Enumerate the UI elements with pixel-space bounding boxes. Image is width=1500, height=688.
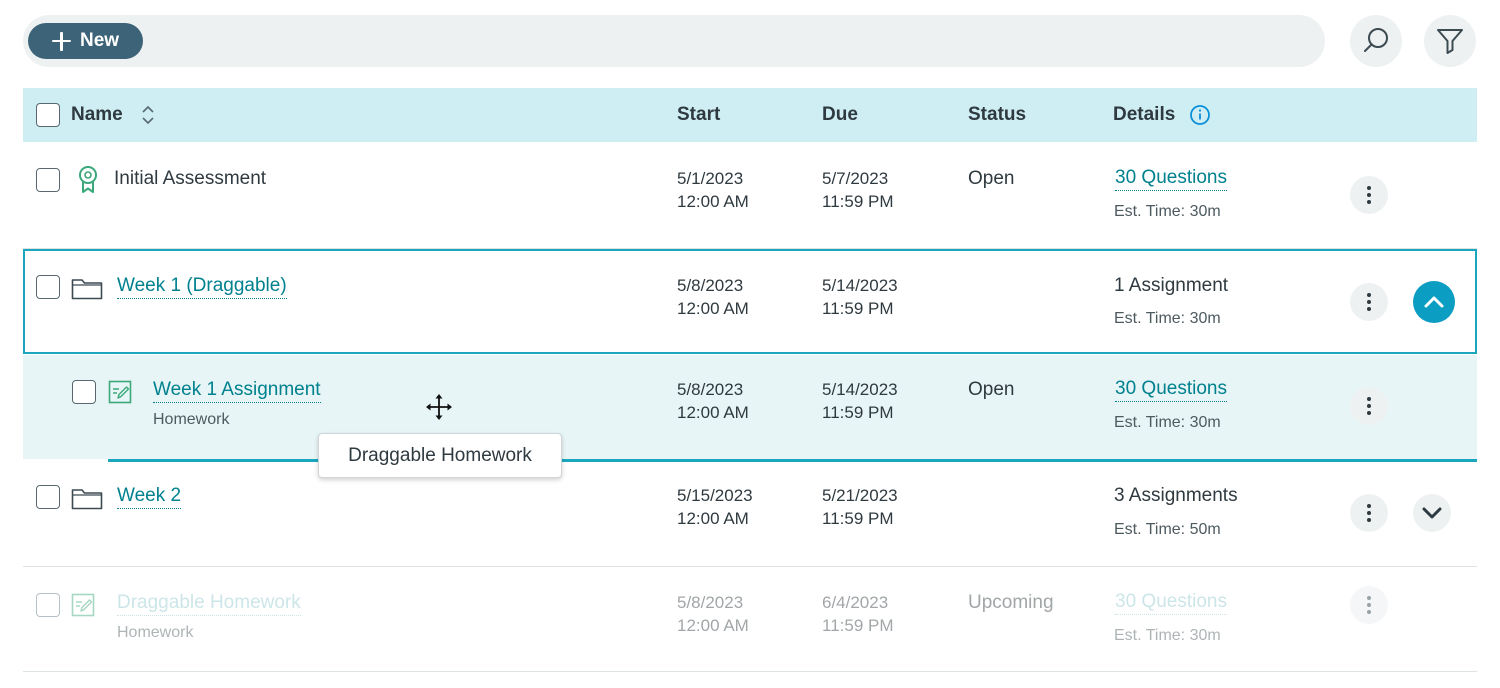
kebab-menu-button[interactable]	[1350, 283, 1388, 321]
row-status: Open	[968, 379, 1015, 400]
row-start-date: 5/15/2023	[677, 486, 753, 505]
row-start-date: 5/1/2023	[677, 169, 744, 188]
row-checkbox[interactable]	[36, 168, 60, 192]
ribbon-badge-icon	[79, 166, 97, 193]
new-button[interactable]: New	[28, 23, 143, 59]
row-status: Open	[968, 168, 1015, 189]
row-details: 3 Assignments	[1114, 485, 1238, 506]
column-status: Status	[968, 104, 1027, 125]
folder-link[interactable]: Week 2	[117, 485, 182, 509]
folder-icon	[71, 489, 103, 510]
table-row-selected[interactable]: Week 1 (Draggable) 5/8/2023 12:00 AM 5/1…	[23, 249, 1477, 354]
kebab-menu-button[interactable]	[1350, 176, 1388, 214]
kebab-icon	[1367, 397, 1371, 401]
filter-icon	[1437, 29, 1463, 54]
table-row[interactable]: Week 2 5/15/2023 12:00 AM 5/21/2023 11:5…	[23, 462, 1477, 567]
folder-icon	[71, 279, 103, 300]
filter-button[interactable]	[1424, 15, 1476, 67]
kebab-icon	[1367, 504, 1371, 508]
questions-link[interactable]: 30 Questions	[1115, 167, 1227, 191]
row-start-date: 5/8/2023	[677, 276, 744, 295]
row-start-time: 12:00 AM	[677, 299, 749, 318]
row-due-date: 6/4/2023	[822, 593, 889, 612]
row-due-date: 5/14/2023	[822, 276, 898, 295]
row-due-date: 5/14/2023	[822, 380, 898, 399]
kebab-menu-button[interactable]	[1350, 586, 1388, 624]
row-due-time: 11:59 PM	[822, 403, 894, 422]
assignment-link[interactable]: Week 1 Assignment	[153, 379, 321, 403]
row-est-time: Est. Time: 50m	[1114, 521, 1221, 538]
kebab-icon	[1367, 186, 1371, 190]
column-details: Details	[1113, 88, 1211, 142]
row-due-time: 11:59 PM	[822, 192, 894, 211]
folder-link[interactable]: Week 1 (Draggable)	[117, 275, 287, 299]
chevron-down-icon	[1422, 507, 1442, 519]
row-start-date: 5/8/2023	[677, 380, 744, 399]
row-est-time: Est. Time: 30m	[1114, 203, 1221, 220]
row-est-time: Est. Time: 30m	[1114, 414, 1221, 431]
row-details: 1 Assignment	[1114, 275, 1229, 296]
row-est-time: Est. Time: 30m	[1114, 627, 1221, 644]
row-checkbox[interactable]	[36, 593, 60, 617]
sort-icon[interactable]	[139, 104, 157, 126]
row-due-time: 11:59 PM	[822, 616, 894, 635]
select-all-checkbox[interactable]	[36, 103, 60, 127]
expand-button[interactable]	[1413, 494, 1451, 532]
kebab-menu-button[interactable]	[1350, 494, 1388, 532]
row-checkbox[interactable]	[72, 380, 96, 404]
column-due: Due	[822, 104, 858, 125]
new-button-label: New	[80, 30, 120, 51]
row-checkbox[interactable]	[36, 485, 60, 509]
row-type: Homework	[153, 411, 230, 428]
row-due-time: 11:59 PM	[822, 509, 894, 528]
row-due-time: 11:59 PM	[822, 299, 894, 318]
row-start-date: 5/8/2023	[677, 593, 744, 612]
row-due-date: 5/7/2023	[822, 169, 889, 188]
table-row-child[interactable]: Week 1 Assignment Homework 5/8/2023 12:0…	[23, 355, 1477, 459]
table-row[interactable]: Draggable Homework Homework 5/8/2023 12:…	[23, 568, 1477, 672]
row-type: Homework	[117, 624, 194, 641]
assignment-link[interactable]: Draggable Homework	[117, 592, 301, 616]
kebab-icon	[1367, 293, 1371, 297]
row-due-date: 5/21/2023	[822, 486, 898, 505]
column-name[interactable]: Name	[71, 88, 157, 142]
column-start: Start	[677, 104, 721, 125]
row-start-time: 12:00 AM	[677, 616, 749, 635]
row-name: Initial Assessment	[114, 168, 267, 189]
questions-link[interactable]: 30 Questions	[1115, 591, 1227, 615]
table-row[interactable]: Initial Assessment 5/1/2023 12:00 AM 5/7…	[23, 143, 1477, 249]
search-icon	[1364, 28, 1388, 52]
kebab-icon	[1367, 596, 1371, 600]
chevron-up-icon	[1424, 296, 1444, 308]
column-name-label: Name	[71, 104, 123, 125]
search-button[interactable]	[1350, 15, 1402, 67]
move-cursor-icon	[426, 394, 452, 420]
row-start-time: 12:00 AM	[677, 509, 749, 528]
row-start-time: 12:00 AM	[677, 192, 749, 211]
row-status: Upcoming	[968, 592, 1054, 613]
table-header: Name Start Due Status Details	[23, 88, 1477, 142]
toolbar: New	[23, 15, 1325, 67]
homework-icon	[108, 380, 132, 404]
info-icon[interactable]	[1189, 104, 1211, 126]
questions-link[interactable]: 30 Questions	[1115, 378, 1227, 402]
row-checkbox[interactable]	[36, 275, 60, 299]
kebab-menu-button[interactable]	[1350, 387, 1388, 425]
collapse-button[interactable]	[1413, 281, 1455, 323]
plus-icon	[52, 31, 71, 51]
drag-tooltip: Draggable Homework	[318, 433, 562, 478]
column-details-label: Details	[1113, 104, 1176, 125]
row-est-time: Est. Time: 30m	[1114, 310, 1221, 327]
row-start-time: 12:00 AM	[677, 403, 749, 422]
homework-icon	[71, 593, 95, 617]
